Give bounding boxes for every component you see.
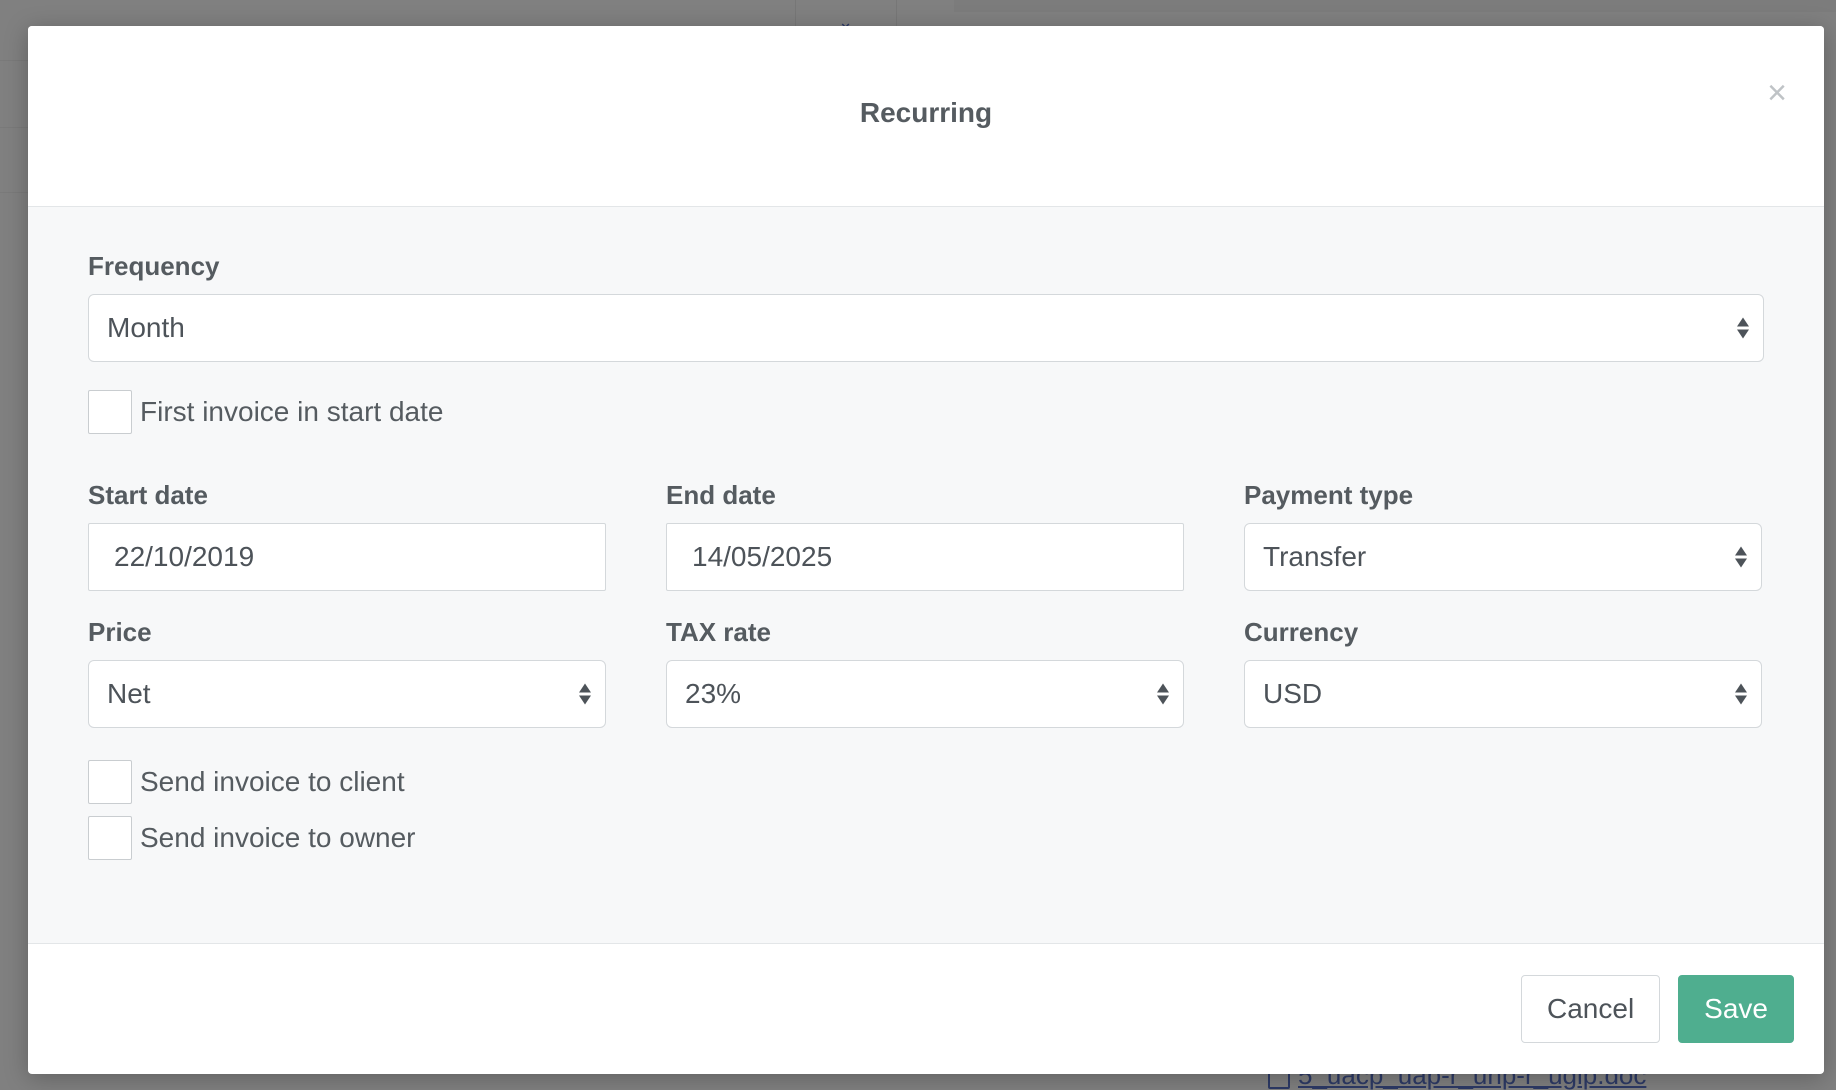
tax-rate-select[interactable]: 23% bbox=[666, 660, 1184, 728]
select-arrows-icon bbox=[1735, 546, 1747, 568]
frequency-select[interactable]: Month bbox=[88, 294, 1764, 362]
payment-type-group: Payment type Transfer bbox=[1244, 480, 1762, 591]
start-date-value: 22/10/2019 bbox=[114, 541, 255, 572]
payment-type-value: Transfer bbox=[1263, 541, 1367, 572]
background-divider bbox=[0, 127, 28, 128]
send-to-client-row: Send invoice to client bbox=[88, 760, 1764, 804]
frequency-group: Frequency Month bbox=[88, 251, 1764, 362]
pricing-row: Price Net TAX rate 23% Currency USD bbox=[88, 617, 1764, 728]
recurring-modal: Recurring × Frequency Month First invoic… bbox=[28, 26, 1824, 1074]
modal-footer: Cancel Save bbox=[28, 944, 1824, 1073]
send-to-owner-row: Send invoice to owner bbox=[88, 816, 1764, 860]
save-button[interactable]: Save bbox=[1678, 974, 1794, 1043]
background-divider bbox=[0, 60, 28, 61]
send-to-client-label: Send invoice to client bbox=[140, 766, 405, 797]
price-select[interactable]: Net bbox=[88, 660, 606, 728]
modal-title: Recurring bbox=[859, 97, 993, 128]
modal-header: Recurring × bbox=[28, 26, 1824, 207]
send-to-owner-checkbox[interactable] bbox=[88, 816, 132, 860]
end-date-value: 14/05/2025 bbox=[692, 541, 833, 572]
payment-type-select[interactable]: Transfer bbox=[1244, 523, 1762, 591]
end-date-label: End date bbox=[666, 480, 776, 510]
first-invoice-row: First invoice in start date bbox=[88, 390, 1764, 434]
start-date-group: Start date 22/10/2019 bbox=[88, 480, 606, 591]
start-date-input[interactable]: 22/10/2019 bbox=[88, 523, 606, 591]
background-header-strip bbox=[954, 0, 1836, 12]
end-date-input[interactable]: 14/05/2025 bbox=[666, 523, 1184, 591]
currency-select[interactable]: USD bbox=[1244, 660, 1762, 728]
frequency-label: Frequency bbox=[88, 251, 220, 281]
select-arrows-icon bbox=[1735, 683, 1747, 705]
dates-row: Start date 22/10/2019 End date 14/05/202… bbox=[88, 480, 1764, 591]
modal-body: Frequency Month First invoice in start d… bbox=[28, 207, 1824, 944]
payment-type-label: Payment type bbox=[1244, 480, 1414, 510]
send-to-owner-label: Send invoice to owner bbox=[140, 822, 416, 853]
tax-rate-value: 23% bbox=[685, 678, 742, 709]
select-arrows-icon bbox=[1157, 683, 1169, 705]
select-arrows-icon bbox=[579, 683, 591, 705]
start-date-label: Start date bbox=[88, 480, 208, 510]
currency-value: USD bbox=[1263, 678, 1323, 709]
price-label: Price bbox=[88, 617, 152, 647]
tax-rate-group: TAX rate 23% bbox=[666, 617, 1184, 728]
frequency-value: Month bbox=[107, 312, 185, 343]
cancel-button[interactable]: Cancel bbox=[1521, 974, 1661, 1043]
background-divider bbox=[0, 192, 28, 193]
first-invoice-checkbox[interactable] bbox=[88, 390, 132, 434]
send-to-client-checkbox[interactable] bbox=[88, 760, 132, 804]
currency-group: Currency USD bbox=[1244, 617, 1762, 728]
tax-rate-label: TAX rate bbox=[666, 617, 771, 647]
end-date-group: End date 14/05/2025 bbox=[666, 480, 1184, 591]
currency-label: Currency bbox=[1244, 617, 1359, 647]
select-arrows-icon bbox=[1737, 317, 1749, 339]
price-group: Price Net bbox=[88, 617, 606, 728]
first-invoice-label: First invoice in start date bbox=[140, 396, 444, 427]
price-value: Net bbox=[107, 678, 151, 709]
close-icon[interactable]: × bbox=[1760, 76, 1794, 110]
